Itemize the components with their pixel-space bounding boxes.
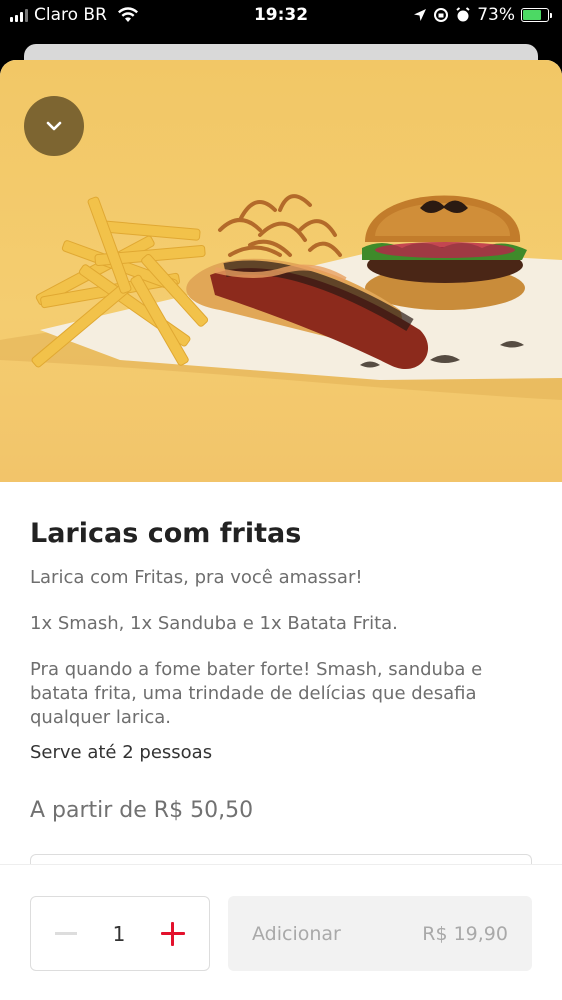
status-right: 73%	[413, 5, 552, 25]
add-to-cart-button[interactable]: Adicionar R$ 19,90	[228, 896, 532, 971]
battery-percent: 73%	[477, 5, 515, 25]
alarm-icon	[456, 7, 470, 22]
location-icon	[414, 9, 427, 21]
add-button-label: Adicionar	[252, 922, 341, 945]
battery-icon	[521, 8, 552, 22]
product-sheet: Laricas com fritas Larica com Fritas, pr…	[0, 60, 562, 1000]
quantity-stepper: 1	[30, 896, 210, 971]
serves-info: Serve até 2 pessoas	[30, 742, 213, 763]
close-button[interactable]	[24, 96, 84, 156]
lock-rotation-icon	[434, 8, 449, 22]
quantity-value: 1	[112, 921, 126, 946]
add-to-cart-bar: 1 Adicionar R$ 19,90	[0, 864, 562, 1000]
product-description-text: Pra quando a fome bater forte! Smash, sa…	[30, 659, 483, 728]
product-title: Laricas com fritas	[30, 518, 302, 549]
product-description-items: 1x Smash, 1x Sanduba e 1x Batata Frita.	[30, 613, 398, 634]
product-image	[0, 60, 562, 482]
increase-quantity-button[interactable]	[160, 921, 185, 946]
chevron-down-icon	[46, 121, 62, 131]
food-illustration	[0, 194, 562, 400]
product-description-intro: Larica com Fritas, pra você amassar!	[30, 567, 363, 588]
price-from: A partir de R$ 50,50	[30, 798, 254, 823]
status-bar: Claro BR 19:32 73%	[0, 0, 562, 34]
decrease-quantity-button[interactable]	[55, 932, 77, 935]
add-button-price: R$ 19,90	[422, 922, 508, 945]
